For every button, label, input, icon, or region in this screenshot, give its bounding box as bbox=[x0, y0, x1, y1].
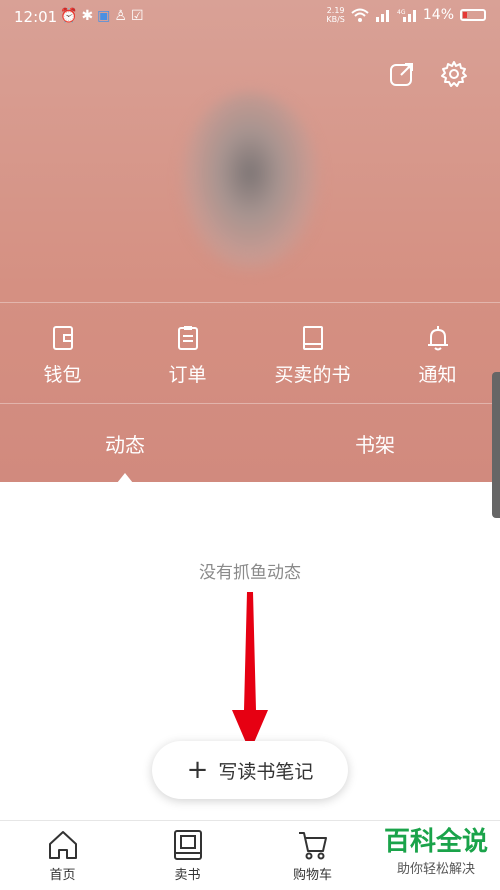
share-icon[interactable] bbox=[388, 60, 416, 88]
menu-item-books[interactable]: 买卖的书 bbox=[250, 310, 375, 400]
menu-label: 通知 bbox=[418, 363, 457, 386]
status-icons-right: 2.19 KB/S 4G 14% bbox=[326, 6, 486, 24]
nav-label: 购物车 bbox=[292, 868, 332, 883]
battery-icon bbox=[460, 9, 486, 21]
menu-item-notifications[interactable]: 通知 bbox=[375, 310, 500, 400]
wifi-icon bbox=[351, 8, 369, 22]
book-icon bbox=[302, 325, 323, 350]
tab-label: 动态 bbox=[105, 432, 145, 457]
empty-state-text: 没有抓鱼动态 bbox=[199, 563, 301, 583]
status-time: 12:01 bbox=[14, 8, 58, 26]
plus-icon: + bbox=[186, 755, 209, 785]
header-actions bbox=[388, 60, 468, 88]
battery-percent: 14% bbox=[422, 7, 454, 23]
nav-item-sell-books[interactable]: 卖书 bbox=[125, 821, 250, 890]
net-speed: 2.19 KB/S bbox=[326, 6, 345, 24]
settings-icon[interactable] bbox=[440, 60, 468, 88]
watermark-logo: 百科全说 助你轻松解决 bbox=[376, 826, 496, 877]
watermark-subtitle: 助你轻松解决 bbox=[396, 862, 475, 877]
bluetooth-icon: ✱ bbox=[81, 8, 98, 24]
write-note-button[interactable]: + 写读书笔记 bbox=[152, 741, 348, 799]
signal-icon bbox=[375, 10, 389, 22]
red-arrow-annotation bbox=[232, 592, 268, 752]
tab-label: 书架 bbox=[355, 432, 395, 457]
svg-text:4G: 4G bbox=[397, 9, 406, 16]
signal-4g-icon: 4G bbox=[397, 9, 416, 22]
home-icon bbox=[48, 831, 77, 859]
nav-label: 首页 bbox=[49, 868, 76, 883]
avatar[interactable] bbox=[180, 92, 320, 272]
cart-icon bbox=[298, 832, 327, 860]
tab-bookshelf[interactable]: 书架 bbox=[250, 404, 500, 482]
sell-book-icon bbox=[173, 830, 202, 860]
write-note-label: 写读书笔记 bbox=[218, 760, 314, 783]
shield-icon: ▣ bbox=[97, 8, 115, 24]
net-speed-unit: KB/S bbox=[326, 15, 345, 24]
menu-item-orders[interactable]: 订单 bbox=[125, 310, 250, 400]
qq-icon: ♙ bbox=[114, 8, 131, 24]
side-drag-handle[interactable] bbox=[492, 372, 500, 518]
profile-header: 12:01 ⏰✱▣♙☑ 2.19KB/S 4G 14% 钱包 订单 买卖的书 bbox=[0, 0, 500, 483]
menu-label: 钱包 bbox=[43, 363, 82, 386]
status-bar: 12:01 ⏰✱▣♙☑ 2.19 KB/S 4G 14% bbox=[0, 0, 500, 34]
menu-label: 买卖的书 bbox=[274, 363, 351, 386]
alarm-icon: ⏰ bbox=[60, 8, 82, 24]
status-icons-left: ⏰✱▣♙☑ bbox=[60, 8, 148, 24]
profile-menu: 钱包 订单 买卖的书 通知 bbox=[0, 310, 500, 400]
menu-item-wallet[interactable]: 钱包 bbox=[0, 310, 125, 400]
nav-item-cart[interactable]: 购物车 bbox=[250, 821, 375, 890]
menu-label: 订单 bbox=[168, 363, 207, 386]
wallet-icon bbox=[52, 325, 73, 350]
order-icon bbox=[177, 325, 198, 350]
nav-label: 卖书 bbox=[174, 868, 201, 883]
checkbox-icon: ☑ bbox=[130, 8, 148, 24]
tab-activity[interactable]: 动态 bbox=[0, 404, 250, 483]
divider bbox=[0, 302, 500, 303]
watermark-title: 百科全说 bbox=[383, 827, 488, 857]
nav-item-home[interactable]: 首页 bbox=[0, 821, 125, 890]
active-tab-indicator bbox=[117, 473, 133, 483]
net-speed-value: 2.19 bbox=[326, 6, 345, 15]
bell-icon bbox=[427, 325, 448, 350]
tab-bar: 动态 书架 bbox=[0, 404, 500, 483]
